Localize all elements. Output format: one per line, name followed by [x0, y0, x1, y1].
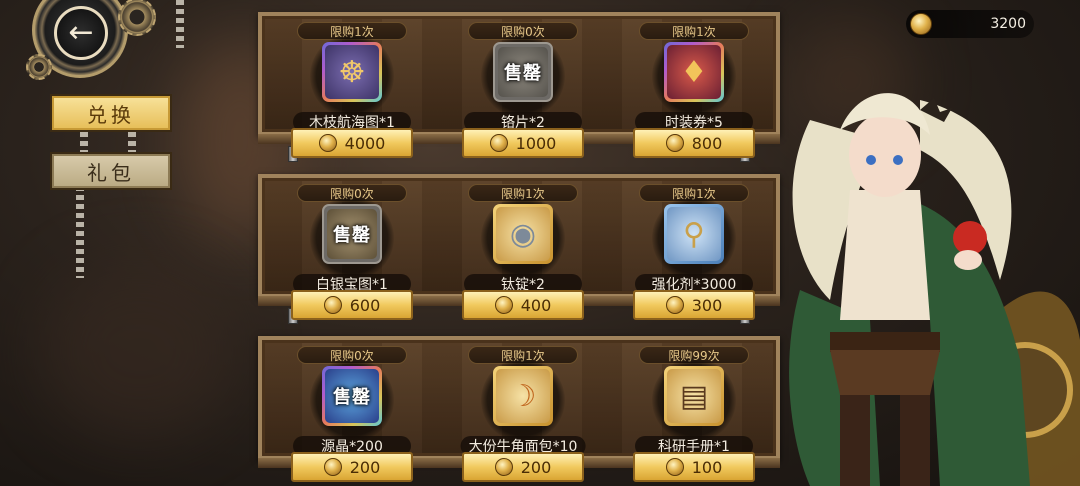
coin-icon: [494, 296, 513, 314]
price-value: 1000: [515, 133, 557, 153]
chain-decoration: [128, 132, 136, 152]
shorts: [830, 350, 940, 395]
buy-button[interactable]: 100: [633, 452, 755, 482]
coin-icon: [318, 134, 337, 152]
item-icon-button[interactable]: ☽: [493, 366, 553, 426]
item-icon-button[interactable]: 售罄: [322, 366, 382, 426]
ship-map-icon: ☸: [325, 45, 379, 99]
item-icon-button[interactable]: ◉: [493, 204, 553, 264]
leg-right: [900, 395, 930, 486]
coin-icon: [323, 296, 342, 314]
face: [849, 113, 921, 197]
shop-item-costume-ticket: 限购1次 ♦ 时装券*5 800: [614, 16, 774, 158]
apple-icon: [953, 221, 987, 255]
item-icon-button[interactable]: ▤: [664, 366, 724, 426]
small-gear-icon: [118, 0, 156, 36]
shop-item-treasure-map: 限购0次 售罄 白银宝图*1 600: [272, 178, 432, 320]
price-value: 800: [691, 133, 723, 153]
buy-button[interactable]: 600: [291, 290, 413, 320]
buy-button[interactable]: 200: [291, 452, 413, 482]
buy-button[interactable]: 200: [462, 452, 584, 482]
coin-icon: [494, 458, 513, 476]
price-value: 300: [691, 295, 723, 315]
chain-decoration: [176, 0, 184, 48]
shop-shelf-row-1: 限购1次 ☸ 木枝航海图*1 4000 限购0次 售罄 铬片*2 1000 限购…: [258, 12, 780, 158]
chain-decoration: [76, 186, 84, 278]
item-icon-button[interactable]: 售罄: [493, 42, 553, 102]
buy-button[interactable]: 400: [462, 290, 584, 320]
coin-icon: [323, 458, 342, 476]
coin-icon: [910, 13, 932, 35]
shop-item-chrome-sheet: 限购0次 售罄 铬片*2 1000: [443, 16, 603, 158]
costume-ticket-icon: ♦: [667, 45, 721, 99]
titanium-ingot-icon: ◉: [496, 207, 550, 261]
coin-icon: [665, 296, 684, 314]
research-manual-icon: ▤: [667, 369, 721, 423]
price-value: 100: [691, 457, 723, 477]
belt: [830, 332, 940, 352]
torso: [840, 190, 930, 320]
item-icon-button[interactable]: ♦: [664, 42, 724, 102]
shop-item-titanium-ingot: 限购1次 ◉ 钛锭*2 400: [443, 178, 603, 320]
sold-out-label: 售罄: [504, 63, 542, 84]
chain-decoration: [80, 132, 88, 152]
shop-shelf-row-3: 限购0次 售罄 源晶*200 200 限购1次 ☽ 大份牛角面包*10 200 …: [258, 336, 780, 482]
buy-button[interactable]: 800: [633, 128, 755, 158]
price-value: 200: [349, 457, 381, 477]
buy-button[interactable]: 4000: [291, 128, 413, 158]
back-button[interactable]: ←: [54, 6, 108, 60]
shop-item-enhancer: 限购1次 ⚲ 强化剂*3000 300: [614, 178, 774, 320]
enhancer-vial-icon: ⚲: [667, 207, 721, 261]
shop-shelf-row-2: 限购0次 售罄 白银宝图*1 600 限购1次 ◉ 钛锭*2 400 限购1次 …: [258, 174, 780, 320]
eye-right: [893, 155, 903, 165]
tab-exchange-label: 兑换: [87, 102, 135, 127]
coin-icon: [489, 134, 508, 152]
sold-out-label: 售罄: [333, 387, 371, 408]
leg-left: [840, 395, 870, 486]
shop-item-source-crystal: 限购0次 售罄 源晶*200 200: [272, 340, 432, 482]
eye-left: [866, 155, 876, 165]
buy-button[interactable]: 300: [633, 290, 755, 320]
item-icon-button[interactable]: ☸: [322, 42, 382, 102]
price-value: 200: [520, 457, 552, 477]
tab-exchange[interactable]: 兑换: [50, 94, 172, 132]
price-value: 4000: [344, 133, 386, 153]
shop-item-research-manual: 限购99次 ▤ 科研手册*1 100: [614, 340, 774, 482]
character-illustration: [789, 93, 1080, 486]
coin-icon: [665, 134, 684, 152]
currency-display: 3200: [906, 10, 1034, 38]
croissant-icon: ☽: [496, 369, 550, 423]
hand: [954, 250, 982, 270]
buy-button[interactable]: 1000: [462, 128, 584, 158]
back-gear-frame: ←: [18, 0, 156, 88]
currency-amount: 3200: [990, 16, 1026, 32]
item-icon-button[interactable]: 售罄: [322, 204, 382, 264]
tab-gift-pack[interactable]: 礼包: [50, 152, 172, 190]
small-gear-icon: [26, 54, 52, 80]
arrow-left-icon: ←: [68, 15, 94, 50]
coin-icon: [665, 458, 684, 476]
shop-item-croissant: 限购1次 ☽ 大份牛角面包*10 200: [443, 340, 603, 482]
price-value: 400: [520, 295, 552, 315]
price-value: 600: [349, 295, 381, 315]
tab-gift-pack-label: 礼包: [87, 160, 135, 185]
sold-out-label: 售罄: [333, 225, 371, 246]
item-icon-button[interactable]: ⚲: [664, 204, 724, 264]
shop-item-ship-map: 限购1次 ☸ 木枝航海图*1 4000: [272, 16, 432, 158]
